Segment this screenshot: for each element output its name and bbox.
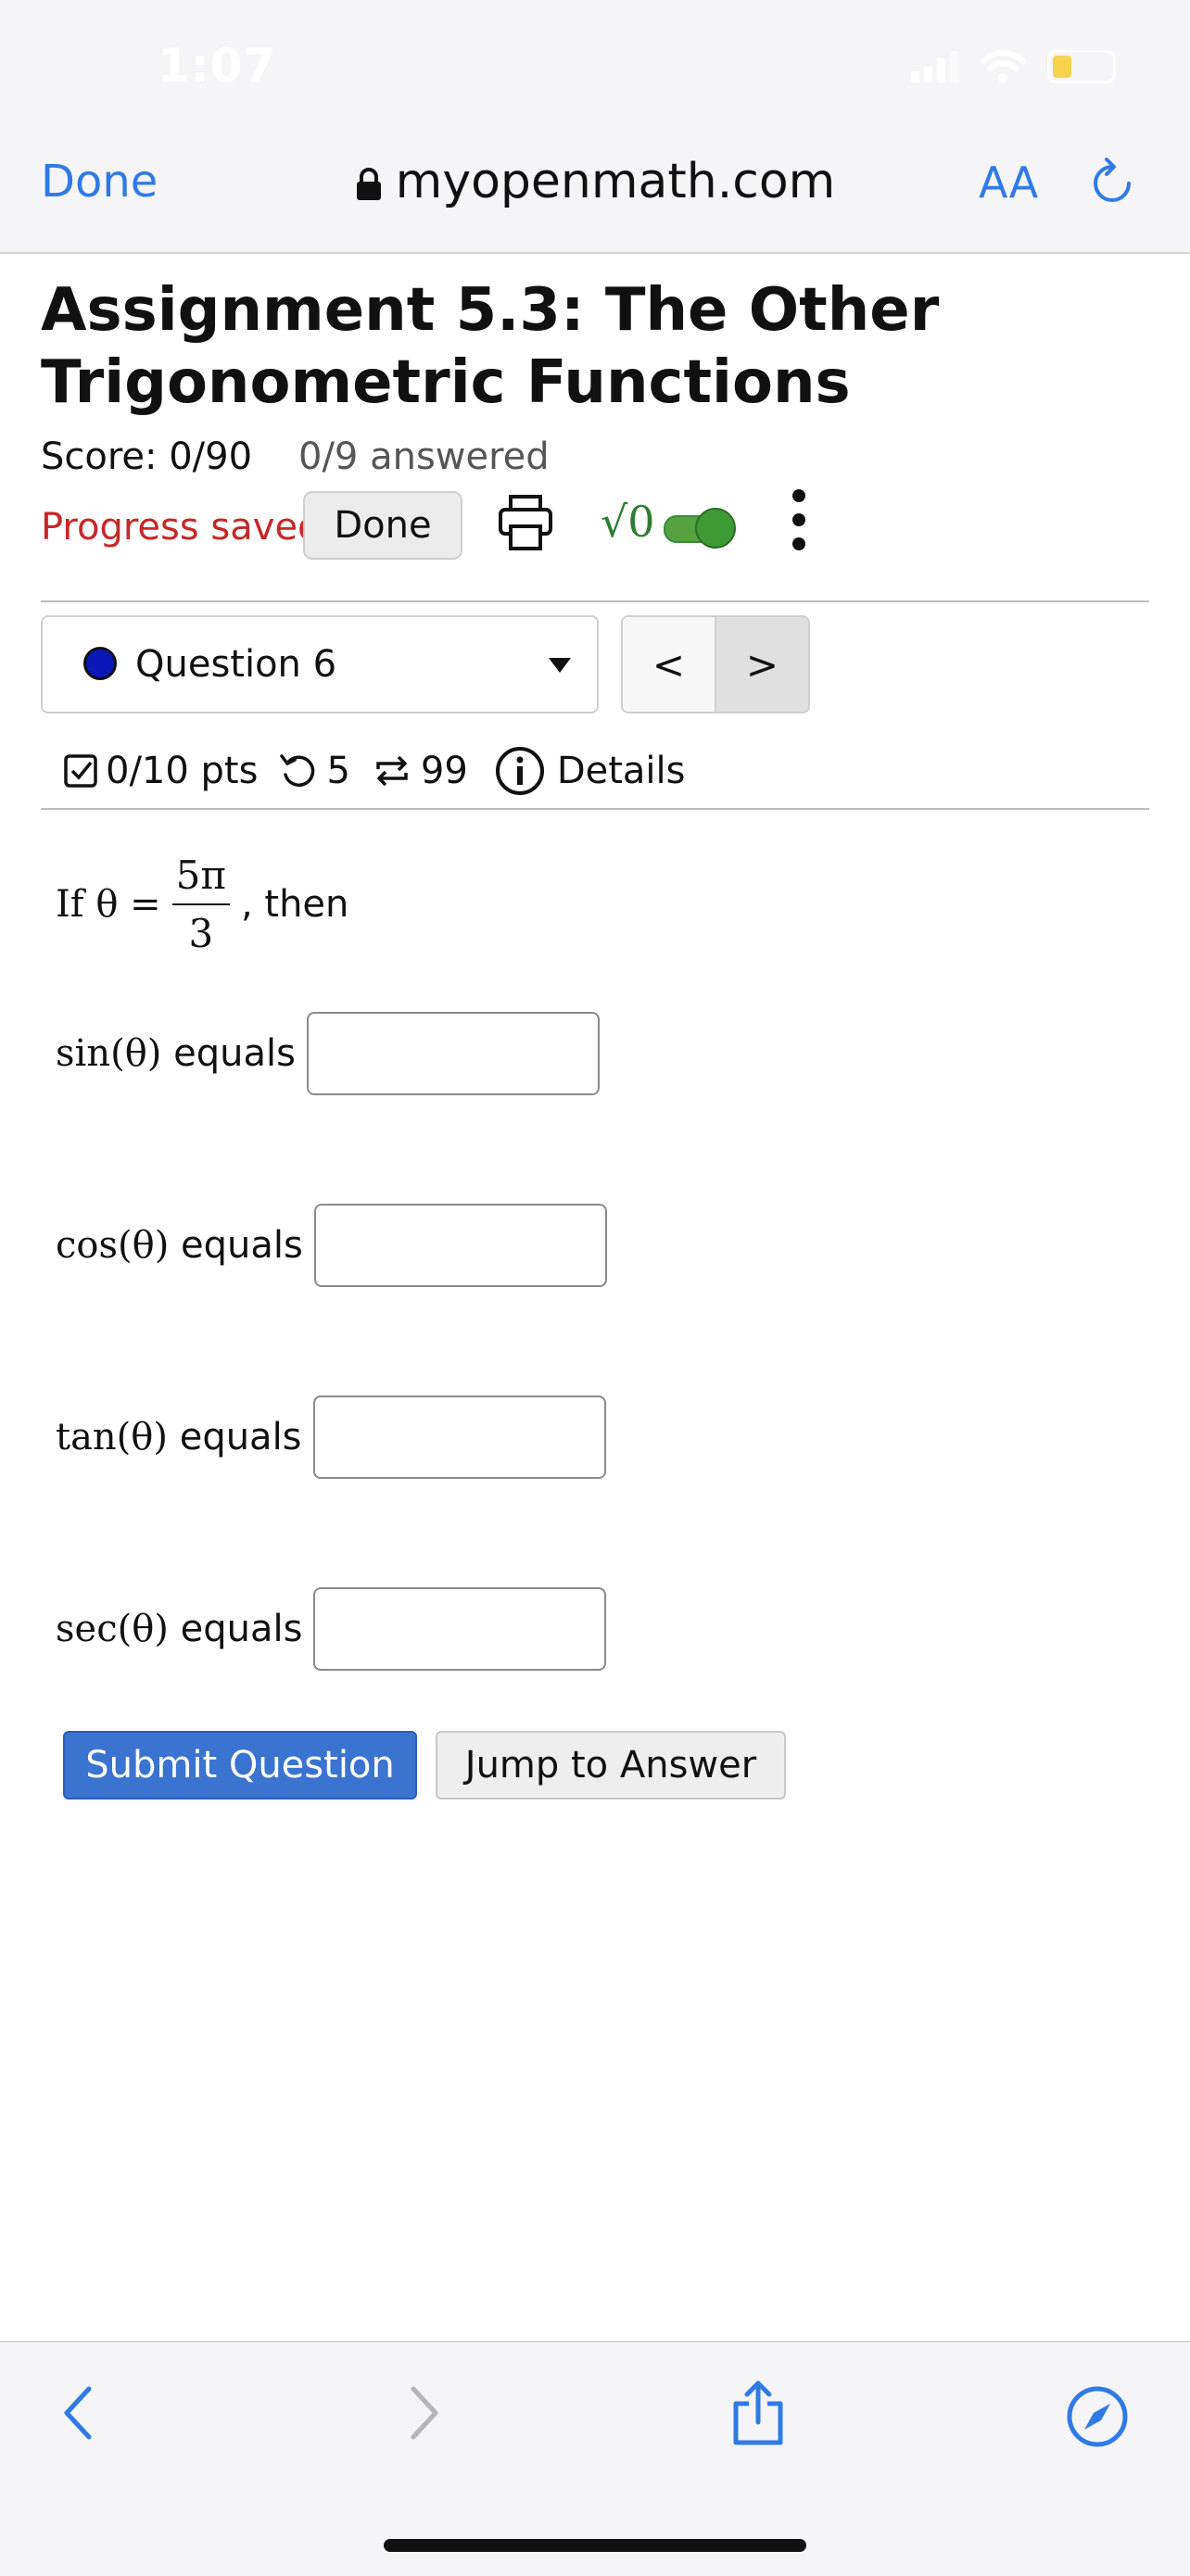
tan-answer-input[interactable] (312, 1395, 606, 1479)
divider (41, 600, 1149, 602)
reload-icon[interactable] (1090, 158, 1134, 206)
wifi-icon (980, 50, 1026, 82)
more-options-icon[interactable] (790, 489, 808, 550)
question-status-icon (83, 647, 117, 680)
prompt-suffix: , then (240, 883, 349, 926)
divider (41, 808, 1149, 810)
details-button[interactable]: Details (494, 745, 686, 797)
print-icon[interactable] (497, 493, 554, 552)
math-entry-toggle[interactable] (664, 508, 738, 549)
answer-row-sec: sec(θ) equals (56, 1587, 607, 1671)
answered-count: 0/9 answered (298, 436, 550, 478)
repeat-icon (376, 755, 408, 787)
lock-icon (356, 168, 381, 200)
question-meta: 0/10 pts 5 99 Details (63, 741, 685, 801)
submit-question-button[interactable]: Submit Question (63, 1731, 417, 1799)
answer-row-sin: sin(θ) equals (56, 1012, 600, 1095)
assignment-done-button[interactable]: Done (303, 491, 462, 560)
page-title: Assignment 5.3: The Other Trigonometric … (41, 276, 940, 417)
fraction-denominator: 3 (188, 911, 214, 956)
back-icon[interactable] (59, 2383, 96, 2443)
sin-answer-input[interactable] (306, 1012, 600, 1095)
prompt-prefix: If θ = (56, 883, 161, 926)
retry-icon (280, 754, 315, 787)
angle-fraction: 5π 3 (171, 852, 232, 956)
caret-down-icon (549, 658, 571, 673)
reader-text-size-button[interactable]: AA (979, 158, 1038, 208)
answer-row-tan: tan(θ) equals (56, 1395, 606, 1479)
signal-icon (911, 51, 958, 82)
answer-row-cos: cos(θ) equals (56, 1204, 607, 1287)
sec-answer-input[interactable] (313, 1587, 607, 1671)
score-text: Score: 0/90 (41, 436, 253, 478)
status-time: 1:07 (158, 39, 277, 93)
answer-label: sin(θ) equals (56, 1032, 296, 1075)
compass-icon[interactable] (1066, 2385, 1129, 2448)
cos-answer-input[interactable] (313, 1204, 607, 1287)
jump-to-answer-button[interactable]: Jump to Answer (436, 1731, 786, 1799)
attempts-count: 99 (420, 750, 468, 792)
attempts-info: 99 (371, 750, 468, 792)
info-icon (495, 747, 544, 795)
points-text: 0/10 pts (106, 750, 259, 792)
checkbox-icon (64, 754, 97, 788)
retries-count: 5 (326, 750, 350, 792)
forward-icon[interactable] (406, 2383, 443, 2443)
question-select[interactable]: Question 6 (41, 615, 599, 713)
previous-question-button[interactable]: < (623, 617, 716, 712)
question-nav-buttons: < > (621, 615, 810, 713)
share-icon[interactable] (730, 2380, 786, 2446)
fraction-numerator: 5π (175, 852, 226, 898)
math-entry-icon[interactable]: √0 (601, 497, 655, 547)
next-question-button[interactable]: > (716, 617, 808, 712)
question-select-label: Question 6 (135, 643, 337, 686)
details-label: Details (556, 750, 686, 792)
retries-info: 5 (278, 750, 350, 792)
home-indicator[interactable] (384, 2539, 806, 2552)
question-prompt: If θ = 5π 3 , then (56, 852, 348, 956)
answer-label: tan(θ) equals (56, 1416, 302, 1458)
points-info: 0/10 pts (63, 750, 258, 792)
progress-status: Progress saved (41, 506, 322, 549)
url-text: myopenmath.com (395, 154, 836, 209)
battery-icon (1047, 50, 1116, 83)
answer-label: sec(θ) equals (56, 1608, 303, 1650)
status-icons (911, 48, 1116, 85)
answer-label: cos(θ) equals (56, 1224, 303, 1267)
